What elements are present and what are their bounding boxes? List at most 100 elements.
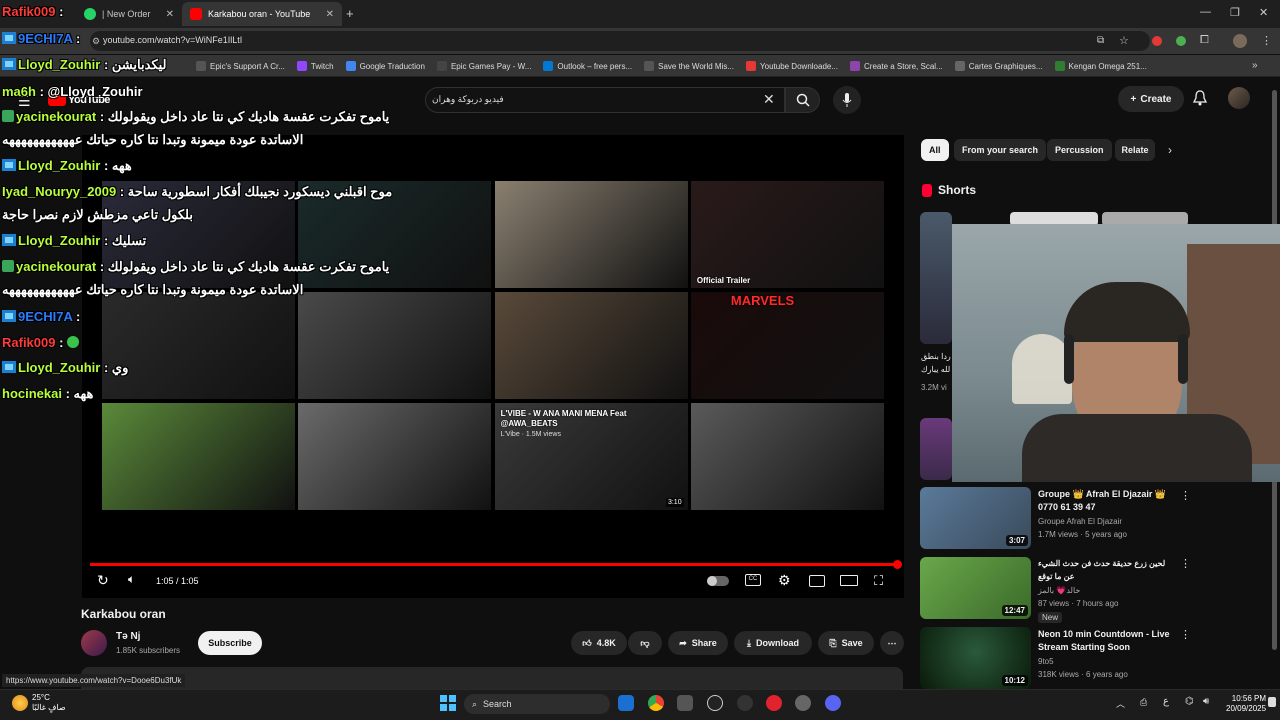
clear-search-icon[interactable]: ✕ (763, 91, 775, 108)
notification-icon[interactable] (1268, 697, 1276, 707)
chip-all[interactable]: All (921, 139, 949, 161)
endscreen-video[interactable] (102, 403, 295, 510)
browser-menu-icon[interactable]: ⋮ (1261, 34, 1272, 47)
notifications-bell-icon[interactable] (1192, 90, 1208, 111)
chip-related[interactable]: Relate (1115, 139, 1155, 161)
tray-overflow-icon[interactable]: ︿ (1116, 697, 1125, 710)
new-tab-button[interactable]: + (346, 6, 354, 21)
tab-youtube[interactable]: Karkabou oran - YouTube ✕ (182, 2, 342, 26)
language-indicator[interactable]: ع (1163, 696, 1169, 707)
rec-channel[interactable]: Groupe Afrah El Djazair (1038, 517, 1122, 526)
endscreen-video[interactable] (298, 403, 492, 510)
tray-app-icon[interactable]: ⎙ (1140, 697, 1147, 708)
chips-next-icon[interactable]: › (1168, 143, 1172, 157)
save-button[interactable]: ⎘ Save (818, 631, 874, 655)
rec-menu-icon[interactable]: ⋮ (1180, 557, 1191, 570)
endscreen-video[interactable] (494, 181, 688, 288)
extension-green-icon[interactable] (1176, 36, 1186, 46)
shorts-thumbnail[interactable] (920, 212, 952, 344)
bookmark-item[interactable]: Outlook – free pers... (543, 61, 632, 71)
rec-title[interactable]: لحين زرع حديقة حدث فن حدث الشيء عن ما تو… (1038, 557, 1173, 583)
shorts-thumbnail[interactable] (920, 418, 952, 480)
opera-icon[interactable] (766, 695, 782, 711)
rec-title[interactable]: Groupe 👑 Afrah El Djazair 👑 0770 61 39 4… (1038, 488, 1173, 514)
subscribe-button[interactable]: Subscribe (198, 631, 262, 655)
bookmark-item[interactable]: Twitch (296, 61, 334, 71)
bookmark-item[interactable]: Google Traduction (345, 61, 425, 71)
volume-icon[interactable]: 🔈︎ (128, 572, 135, 587)
address-bar[interactable] (90, 31, 1150, 51)
rec-channel[interactable]: خالد💗 بالمز (1038, 586, 1080, 595)
bookmarks-overflow-icon[interactable]: » (1252, 60, 1258, 71)
app-icon[interactable] (677, 695, 693, 711)
rec-menu-icon[interactable]: ⋮ (1180, 628, 1191, 641)
channel-avatar[interactable] (81, 630, 107, 656)
chip-percussion[interactable]: Percussion (1047, 139, 1112, 161)
chrome-icon[interactable] (648, 695, 664, 711)
steam-icon[interactable] (618, 695, 634, 711)
endscreen-video[interactable]: MARVELS (690, 292, 884, 399)
install-app-icon[interactable]: ⧉ (1097, 35, 1104, 46)
rec-title[interactable]: Neon 10 min Countdown - Live Stream Star… (1038, 628, 1173, 654)
weather-widget[interactable]: 25°C صافٍ غالبًا (32, 693, 66, 713)
account-avatar[interactable] (1228, 87, 1250, 109)
share-button[interactable]: ➦ Share (668, 631, 728, 655)
close-tab-icon[interactable]: ✕ (326, 9, 334, 20)
rec-thumbnail[interactable]: 12:47 (920, 557, 1031, 619)
autoplay-toggle[interactable] (707, 576, 729, 586)
like-button[interactable]: 👍︎ 4.8K (571, 631, 627, 655)
location-icon[interactable] (737, 695, 753, 711)
windows-start-icon[interactable] (440, 695, 456, 711)
endscreen-video[interactable]: Official Trailer (690, 181, 884, 288)
discord-icon[interactable] (825, 695, 841, 711)
captions-icon[interactable]: CC (745, 574, 761, 586)
chip-from-your-search[interactable]: From your search (954, 139, 1047, 161)
bookmark-star-icon[interactable]: ☆ (1119, 34, 1129, 47)
channel-name[interactable]: Tə Nj (116, 631, 140, 642)
taskbar-clock[interactable]: 10:56 PM 20/09/2025 (1226, 694, 1266, 714)
endscreen-video[interactable] (494, 292, 688, 399)
bookmark-item[interactable]: Epic Games Pay - W... (436, 61, 531, 71)
speaker-icon[interactable]: 🔊︎ (1203, 696, 1209, 707)
rec-thumbnail[interactable]: 3:07 (920, 487, 1031, 549)
bookmark-item[interactable]: Youtube Downloade... (746, 61, 838, 71)
chatgpt-icon[interactable] (707, 695, 723, 711)
fullscreen-icon[interactable]: ⛶ (874, 573, 883, 589)
rec-channel[interactable]: 9to5 (1038, 657, 1054, 666)
voice-search-button[interactable] (833, 86, 861, 114)
bookmark-item[interactable]: Save the World Mis... (644, 61, 734, 71)
minimize-icon[interactable]: — (1200, 6, 1211, 18)
dislike-button[interactable]: 👎︎ (628, 631, 662, 655)
endscreen-video[interactable]: L'VIBE - W ANA MANI MENA Feat @AWA_BEATS… (494, 403, 688, 510)
restore-icon[interactable]: ❐ (1230, 6, 1240, 19)
settings-app-icon[interactable] (795, 695, 811, 711)
search-query-text[interactable]: فيديو دربوكة وهران (432, 94, 504, 105)
close-window-icon[interactable]: ✕ (1259, 6, 1268, 19)
extensions-puzzle-icon[interactable]: ⧠ (1200, 34, 1209, 47)
download-button[interactable]: ⤓ Download (734, 631, 812, 655)
close-tab-icon[interactable]: ✕ (166, 9, 174, 20)
site-info-icon[interactable]: ⚙ (92, 36, 100, 47)
endscreen-video[interactable] (690, 403, 884, 510)
extension-red-icon[interactable] (1152, 36, 1162, 46)
bookmark-item[interactable]: Kengan Omega 251... (1054, 61, 1147, 71)
endscreen-video[interactable] (102, 292, 295, 399)
progress-scrubber[interactable] (893, 560, 902, 569)
bookmark-item[interactable]: Cartes Graphiques... (954, 61, 1043, 71)
progress-bar[interactable] (90, 563, 898, 566)
taskbar-search[interactable]: ⌕ Search (464, 694, 610, 714)
theater-mode-icon[interactable] (840, 575, 858, 586)
weather-icon[interactable] (12, 695, 28, 711)
more-actions-button[interactable]: ⋯ (880, 631, 904, 655)
rec-thumbnail[interactable]: 10:12 (920, 627, 1031, 689)
search-button[interactable] (785, 87, 820, 113)
endscreen-video[interactable] (298, 292, 492, 399)
bookmark-item[interactable]: Create a Store, Scal... (850, 61, 943, 71)
settings-gear-icon[interactable]: ⚙ (778, 572, 791, 589)
profile-avatar[interactable] (1233, 34, 1247, 48)
bookmark-item[interactable]: Epic's Support A Cr... (196, 61, 285, 71)
create-button[interactable]: + Create (1118, 86, 1184, 112)
network-icon[interactable]: ⌬ (1185, 696, 1194, 707)
rec-menu-icon[interactable]: ⋮ (1180, 489, 1191, 502)
replay-icon[interactable]: ↻ (97, 572, 109, 589)
